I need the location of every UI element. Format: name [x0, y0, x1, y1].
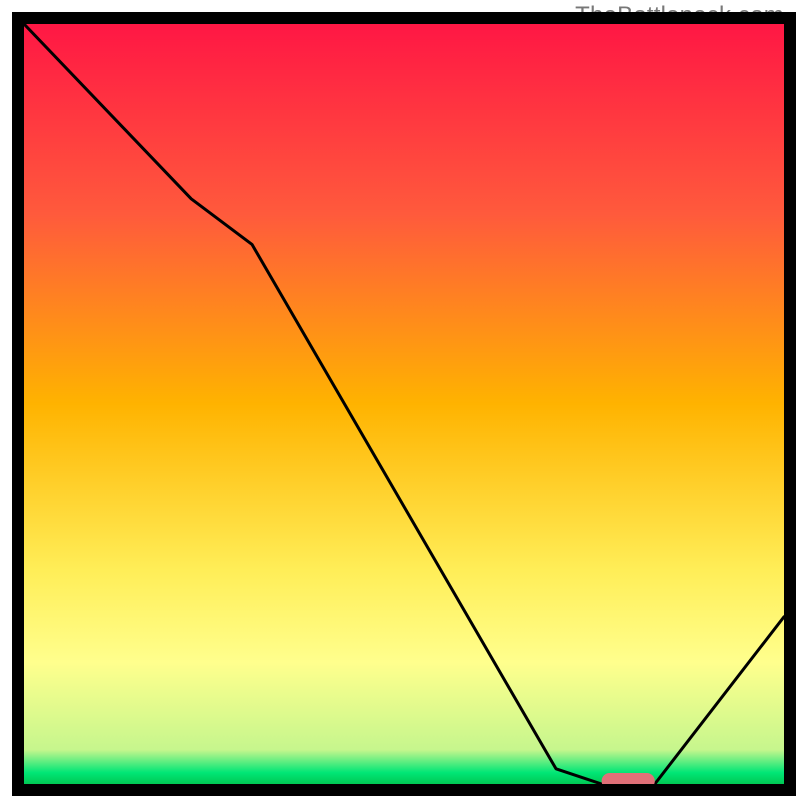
plot-svg: [24, 24, 784, 784]
gradient-background: [24, 24, 784, 784]
plot-area: [24, 24, 784, 784]
optimal-marker: [602, 773, 655, 784]
